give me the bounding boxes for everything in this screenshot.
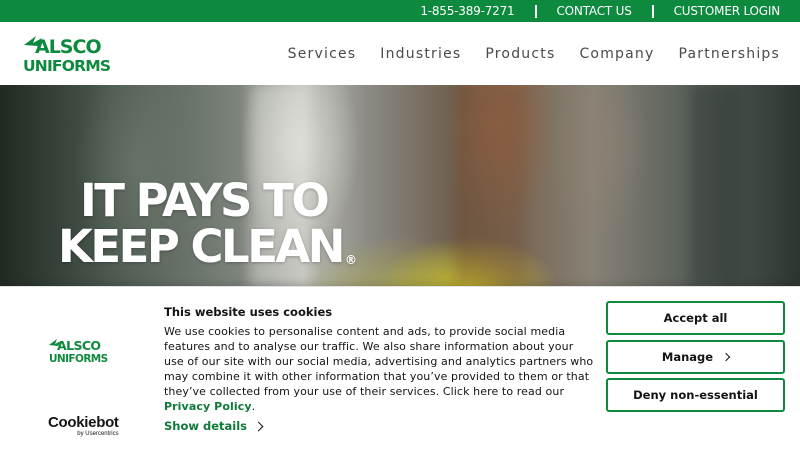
- hero-headline-line1: IT PAYS TO: [80, 174, 330, 227]
- hero-headline-line2-text: KEEP CLEAN: [58, 220, 345, 273]
- deny-non-essential-button[interactable]: Deny non-essential: [606, 378, 785, 412]
- hero-banner: IT PAYS TO KEEP CLEAN ®: [0, 85, 800, 286]
- nav-item-products[interactable]: Products: [485, 46, 555, 62]
- customer-login-link[interactable]: CUSTOMER LOGIN: [674, 4, 781, 18]
- manage-button[interactable]: Manage: [606, 340, 785, 374]
- cookie-consent-banner: ALSCO UNIFORMS Cookiebot by Usercentrics…: [0, 286, 800, 450]
- hero-headline-line2: KEEP CLEAN ®: [58, 224, 357, 283]
- cookiebot-name: Cookiebot: [48, 414, 119, 431]
- hero-headline: IT PAYS TO KEEP CLEAN ®: [58, 178, 357, 283]
- site-header: ALSCO UNIFORMS Services Industries Produ…: [0, 22, 800, 85]
- logo-line1: ALSCO: [35, 36, 101, 58]
- accept-all-label: Accept all: [663, 311, 728, 325]
- separator: [651, 4, 654, 18]
- nav-item-services[interactable]: Services: [288, 46, 357, 62]
- separator: [534, 4, 537, 18]
- cookiebot-byline: by Usercentrics: [77, 431, 119, 437]
- cookie-description-text: We use cookies to personalise content an…: [164, 325, 594, 398]
- logo-line2: UNIFORMS: [23, 57, 111, 74]
- phone-link[interactable]: 1-855-389-7271: [420, 4, 514, 18]
- hero-blur-streak: [690, 85, 740, 286]
- logo-line2: UNIFORMS: [49, 353, 108, 364]
- alsco-logo-small: ALSCO UNIFORMS: [49, 338, 108, 364]
- cookie-title: This website uses cookies: [164, 305, 333, 319]
- chevron-right-icon: [721, 352, 731, 362]
- hero-blur-streak: [455, 85, 525, 286]
- chevron-right-icon: [253, 421, 264, 431]
- trademark-symbol: ®: [344, 253, 357, 267]
- alsco-logo[interactable]: ALSCO UNIFORMS: [22, 34, 116, 74]
- nav-item-partnerships[interactable]: Partnerships: [678, 46, 780, 62]
- top-utility-bar: 1-855-389-7271 CONTACT US CUSTOMER LOGIN: [0, 0, 800, 22]
- logo-line1: ALSCO: [57, 338, 100, 353]
- cookiebot-logo[interactable]: Cookiebot by Usercentrics: [48, 415, 119, 438]
- accept-all-button[interactable]: Accept all: [606, 301, 785, 335]
- nav-item-company[interactable]: Company: [579, 46, 654, 62]
- show-details-button[interactable]: Show details: [164, 419, 264, 433]
- cookie-description-end: .: [251, 400, 256, 413]
- show-details-label: Show details: [164, 419, 248, 433]
- privacy-policy-link[interactable]: Privacy Policy: [164, 400, 252, 413]
- deny-label: Deny non-essential: [633, 388, 758, 402]
- main-nav: Services Industries Products Company Par…: [264, 22, 780, 85]
- manage-label: Manage: [661, 350, 714, 364]
- cookie-description: We use cookies to personalise content an…: [164, 324, 596, 414]
- nav-item-industries[interactable]: Industries: [380, 46, 461, 62]
- contact-us-link[interactable]: CONTACT US: [557, 4, 632, 18]
